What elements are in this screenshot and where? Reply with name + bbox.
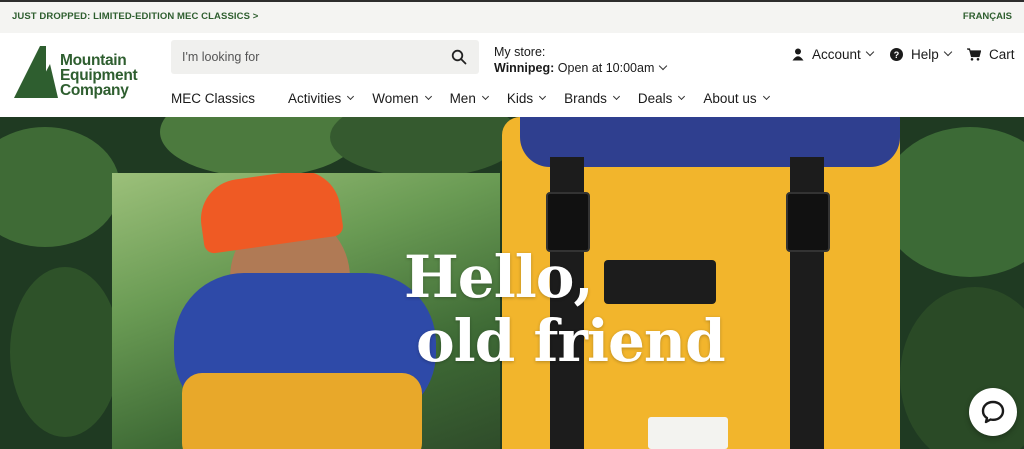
nav-label: Brands bbox=[564, 90, 607, 106]
brand-logo[interactable]: Mountain Equipment Company bbox=[14, 44, 154, 102]
nav-label: Deals bbox=[637, 90, 673, 106]
foliage-decoration bbox=[0, 127, 120, 247]
nav-label: Kids bbox=[506, 90, 534, 106]
search-icon[interactable] bbox=[451, 49, 467, 65]
foliage-decoration bbox=[10, 267, 120, 437]
help-icon: ? bbox=[890, 48, 903, 61]
backpack-label bbox=[648, 417, 728, 449]
site-header: Mountain Equipment Company I'm looking f… bbox=[0, 33, 1024, 117]
nav-label: Men bbox=[449, 90, 476, 106]
nav-item-brands[interactable]: Brands bbox=[564, 88, 620, 108]
cart-label: Cart bbox=[989, 47, 1015, 62]
cart-button[interactable]: Cart bbox=[967, 47, 1015, 62]
chevron-down-icon bbox=[762, 92, 770, 100]
nav-label: About us bbox=[703, 90, 757, 106]
nav-label: MEC Classics bbox=[171, 90, 256, 106]
chevron-down-icon bbox=[424, 92, 432, 100]
store-status: Open at 10:00am bbox=[557, 61, 655, 75]
brand-line-2: Equipment bbox=[60, 67, 138, 84]
hero-headline-line-1: Hello, bbox=[404, 243, 594, 311]
nav-item-activities[interactable]: Activities bbox=[288, 88, 355, 108]
nav-label: Women bbox=[372, 90, 419, 106]
main-nav: MEC Classics Activities Women Men Kids B… bbox=[171, 88, 788, 108]
nav-item-deals[interactable]: Deals bbox=[637, 88, 686, 108]
chevron-down-icon bbox=[659, 61, 668, 71]
store-selector[interactable]: My store: Winnipeg: Open at 10:00am bbox=[494, 44, 668, 76]
search-input[interactable]: I'm looking for bbox=[171, 40, 479, 74]
foliage-decoration bbox=[330, 117, 520, 177]
chevron-down-icon bbox=[865, 47, 875, 56]
hero-headline: Hello, old friend bbox=[404, 243, 726, 375]
help-label: Help bbox=[911, 47, 939, 62]
nav-item-kids[interactable]: Kids bbox=[506, 88, 547, 108]
hero-banner[interactable]: Hello, old friend bbox=[0, 117, 1024, 449]
mountain-logo-icon bbox=[14, 46, 58, 98]
svg-text:?: ? bbox=[894, 50, 900, 60]
chat-icon bbox=[981, 400, 1005, 424]
chevron-down-icon bbox=[943, 47, 953, 56]
hero-headline-line-2: old friend bbox=[416, 307, 726, 375]
nav-item-mec-classics[interactable]: MEC Classics bbox=[171, 88, 255, 108]
language-toggle[interactable]: FRANÇAIS bbox=[963, 11, 1012, 22]
help-menu[interactable]: ? Help bbox=[890, 47, 953, 62]
promo-bar: JUST DROPPED: LIMITED-EDITION MEC CLASSI… bbox=[0, 0, 1024, 33]
store-value: Winnipeg: Open at 10:00am bbox=[494, 61, 668, 75]
chevron-down-icon bbox=[347, 92, 355, 100]
nav-item-men[interactable]: Men bbox=[449, 88, 489, 108]
promo-link[interactable]: JUST DROPPED: LIMITED-EDITION MEC CLASSI… bbox=[12, 11, 258, 22]
chevron-down-icon bbox=[481, 92, 489, 100]
nav-item-women[interactable]: Women bbox=[372, 88, 432, 108]
yellow-jacket bbox=[182, 373, 422, 449]
brand-line-3: Company bbox=[60, 82, 129, 99]
chevron-down-icon bbox=[678, 92, 686, 100]
cart-icon bbox=[967, 48, 981, 61]
brand-line-1: Mountain bbox=[60, 52, 127, 69]
foliage-decoration bbox=[160, 117, 360, 177]
account-label: Account bbox=[812, 47, 861, 62]
nav-item-about-us[interactable]: About us bbox=[703, 88, 770, 108]
chevron-down-icon bbox=[612, 92, 620, 100]
nav-label: Activities bbox=[288, 90, 342, 106]
backpack-buckle bbox=[786, 192, 830, 252]
store-label: My store: bbox=[494, 45, 546, 59]
person-icon bbox=[792, 48, 804, 61]
store-city: Winnipeg: bbox=[494, 61, 555, 75]
chat-button[interactable] bbox=[969, 388, 1017, 436]
account-menu[interactable]: Account bbox=[792, 47, 875, 62]
brand-wordmark: Mountain Equipment Company bbox=[60, 52, 138, 99]
search-placeholder: I'm looking for bbox=[182, 50, 260, 64]
foliage-decoration bbox=[880, 127, 1024, 277]
chevron-down-icon bbox=[539, 92, 547, 100]
